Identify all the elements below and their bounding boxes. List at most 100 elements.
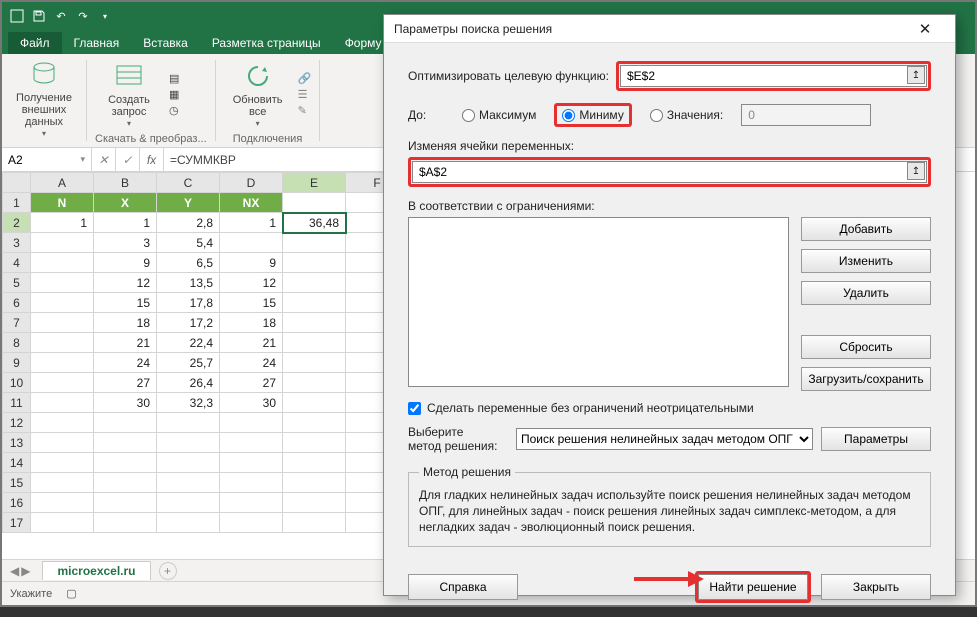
row-header-11[interactable]: 11 [3,393,31,413]
cell[interactable] [31,413,94,433]
cell[interactable]: Y [157,193,220,213]
help-button[interactable]: Справка [408,574,518,600]
cell[interactable] [31,313,94,333]
cell[interactable]: 13,5 [157,273,220,293]
cell[interactable] [31,453,94,473]
edit-constraint-button[interactable]: Изменить [801,249,931,273]
solve-button[interactable]: Найти решение [698,574,808,600]
cell[interactable]: N [31,193,94,213]
close-icon[interactable]: ✕ [905,20,945,38]
cell[interactable] [31,273,94,293]
cell[interactable] [220,413,283,433]
cell[interactable]: 18 [220,313,283,333]
nonneg-checkbox[interactable]: Сделать переменные без ограничений неотр… [408,401,931,415]
cell[interactable] [94,493,157,513]
row-header-9[interactable]: 9 [3,353,31,373]
enter-icon[interactable]: ✓ [116,148,140,171]
recent-button[interactable]: ◷ [169,104,179,117]
row-header-5[interactable]: 5 [3,273,31,293]
cell[interactable]: 30 [94,393,157,413]
row-header-14[interactable]: 14 [3,453,31,473]
cell[interactable] [220,233,283,253]
cell[interactable]: X [94,193,157,213]
cell[interactable]: 18 [94,313,157,333]
cell[interactable] [283,373,346,393]
cell[interactable] [283,333,346,353]
cell[interactable] [31,233,94,253]
tab-insert[interactable]: Вставка [131,32,200,54]
add-constraint-button[interactable]: Добавить [801,217,931,241]
cell[interactable] [94,433,157,453]
sheet-tab-active[interactable]: microexcel.ru [42,561,150,580]
cell[interactable] [157,413,220,433]
cell[interactable]: 1 [220,213,283,233]
row-header-1[interactable]: 1 [3,193,31,213]
cell[interactable] [220,493,283,513]
properties-icon[interactable]: ☰ [298,88,312,101]
row-header-8[interactable]: 8 [3,333,31,353]
cell[interactable] [31,433,94,453]
new-query-button[interactable]: Создать запрос ▾ [95,60,163,129]
cell[interactable] [283,293,346,313]
row-header-17[interactable]: 17 [3,513,31,533]
row-header-16[interactable]: 16 [3,493,31,513]
cell[interactable]: 25,7 [157,353,220,373]
cell[interactable]: 3 [94,233,157,253]
col-header-B[interactable]: B [94,173,157,193]
constraints-list[interactable] [408,217,789,387]
cell[interactable] [283,193,346,213]
cell[interactable] [31,393,94,413]
show-queries-button[interactable]: ▤ [169,72,179,85]
cell[interactable]: 6,5 [157,253,220,273]
cell[interactable] [94,513,157,533]
cell[interactable] [94,473,157,493]
cell[interactable] [283,253,346,273]
radio-min[interactable]: Миниму [558,107,627,123]
cell[interactable] [31,293,94,313]
undo-icon[interactable]: ↶ [50,5,72,27]
tab-file[interactable]: Файл [8,32,62,54]
refresh-all-button[interactable]: Обновить все ▾ [224,60,292,129]
variables-input[interactable] [412,161,927,183]
cell[interactable]: 21 [94,333,157,353]
cell[interactable] [283,513,346,533]
cell[interactable] [94,453,157,473]
chevron-down-icon[interactable]: ▾ [80,154,85,165]
tab-nav-next-icon[interactable]: ▶ [21,564,30,578]
cell[interactable]: 17,8 [157,293,220,313]
reset-button[interactable]: Сбросить [801,335,931,359]
cell[interactable]: 15 [220,293,283,313]
cell[interactable]: 2,8 [157,213,220,233]
cell[interactable] [31,513,94,533]
cell[interactable] [31,373,94,393]
col-header-C[interactable]: C [157,173,220,193]
select-all-corner[interactable] [3,173,31,193]
cell[interactable] [157,453,220,473]
cell[interactable]: 1 [31,213,94,233]
cell[interactable]: 12 [220,273,283,293]
cell[interactable]: 27 [220,373,283,393]
row-header-15[interactable]: 15 [3,473,31,493]
cell[interactable] [31,473,94,493]
cell[interactable]: NX [220,193,283,213]
cell[interactable]: 9 [94,253,157,273]
row-header-4[interactable]: 4 [3,253,31,273]
collapse-dialog-icon[interactable]: ↥ [907,66,925,84]
cell[interactable]: 24 [220,353,283,373]
from-table-button[interactable]: ▦ [169,88,179,101]
row-header-3[interactable]: 3 [3,233,31,253]
row-header-2[interactable]: 2 [3,213,31,233]
fx-icon[interactable]: fx [140,148,164,171]
cell[interactable] [31,493,94,513]
cell[interactable] [220,513,283,533]
redo-icon[interactable]: ↷ [72,5,94,27]
method-select[interactable]: Поиск решения нелинейных задач методом О… [516,428,813,450]
cell[interactable]: 32,3 [157,393,220,413]
qat-dropdown-icon[interactable]: ▾ [94,5,116,27]
col-header-E[interactable]: E [283,173,346,193]
macro-record-icon[interactable]: ▢ [66,587,76,600]
row-header-10[interactable]: 10 [3,373,31,393]
cell[interactable] [283,453,346,473]
cell[interactable]: 17,2 [157,313,220,333]
close-button[interactable]: Закрыть [821,574,931,600]
